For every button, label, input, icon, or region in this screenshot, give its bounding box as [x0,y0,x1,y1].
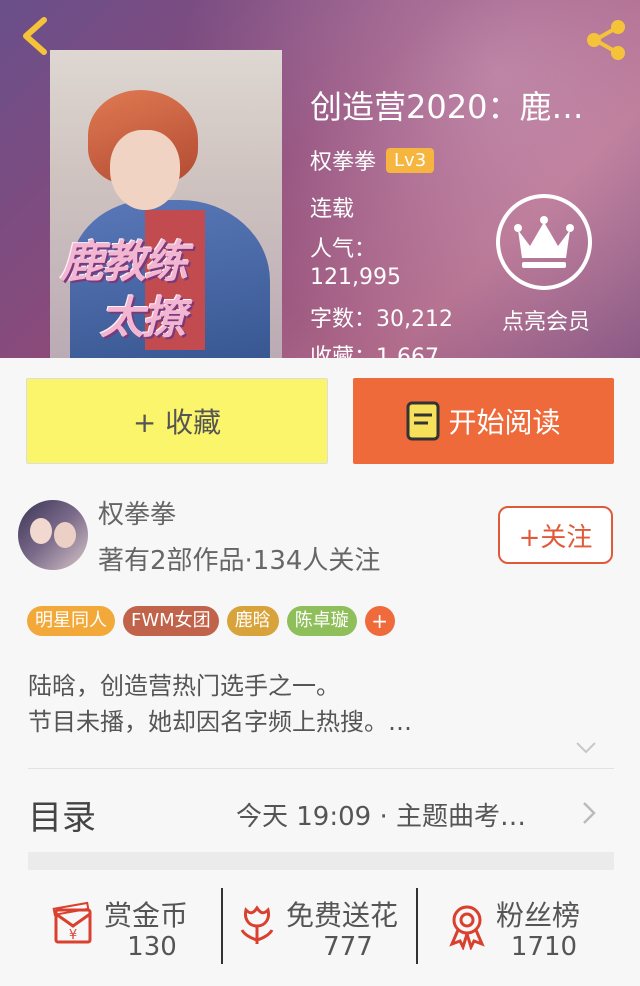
book-status: 连载 [310,197,355,222]
synopsis-line: 陆晗，创造营热门选手之一。 [28,672,340,700]
start-reading-label: 开始阅读 [448,406,561,439]
stat-label: 粉丝榜 [496,899,581,932]
book-favorites: 收藏：1,667 [310,345,439,358]
level-badge: Lv3 [386,147,435,173]
stat-label: 免费送花 [286,899,399,932]
chevron-down-icon[interactable] [574,738,598,758]
flower-icon [240,905,274,944]
author-avatar[interactable] [18,500,88,570]
book-icon [406,401,440,441]
synopsis[interactable]: 陆晗，创造营热门选手之一。 节目未播，她却因名字频上热搜。… [28,668,618,740]
header-author-name: 权拳拳 [310,150,377,175]
follow-button[interactable]: +关注 [498,506,613,564]
author-meta: 著有2部作品·134人关注 [98,546,381,576]
share-icon [587,20,625,60]
avatar-figure-1 [30,518,52,544]
book-word-count: 字数：30,212 [310,307,453,332]
start-reading-button[interactable]: 开始阅读 [353,378,614,464]
collect-button[interactable]: + 收藏 [26,378,328,464]
book-popularity: 人气： 121,995 [310,236,401,292]
vip-label[interactable]: 点亮会员 [484,304,608,336]
crown-icon [496,194,592,290]
stat-value: 777 [323,932,373,962]
chevron-right-icon[interactable] [580,800,598,826]
tag-item[interactable]: FWM女团 [123,606,219,636]
stat-value: 1710 [510,932,578,962]
stat-separator [416,888,418,964]
divider [28,768,614,769]
toc-latest-chapter[interactable]: 今天 19:09 · 主题曲考… [236,796,576,833]
avatar-figure-2 [54,522,76,548]
header-author[interactable]: 权拳拳 Lv3 [310,144,435,176]
tag-item[interactable]: 陈卓璇 [286,606,357,636]
author-name[interactable]: 权拳拳 [98,494,176,531]
medal-icon [449,905,485,950]
tag-item[interactable]: 鹿晗 [226,606,279,636]
cover-title-line1: 鹿教练 [60,237,188,288]
share-button[interactable] [584,18,628,62]
synopsis-line: 节目未播，她却因名字频上热搜。… [28,708,412,736]
popularity-value: 121,995 [310,265,401,290]
popularity-label: 人气： [310,237,377,262]
stat-reward-coins[interactable]: ¥ 赏金币 130 [50,894,210,974]
book-header: 鹿教练 太撩 创造营2020：鹿… 权拳拳 Lv3 连载 人气： 121,995… [0,0,640,358]
book-cover[interactable]: 鹿教练 太撩 [50,50,282,358]
tag-item[interactable]: 明星同人 [27,606,115,636]
book-title: 创造营2020：鹿… [310,88,584,126]
stat-fan-ranking[interactable]: 粉丝榜 1710 [442,894,612,974]
stat-value: 130 [127,932,177,962]
cover-face [110,130,180,210]
cover-title-line2: 太撩 [100,293,186,344]
tag-list: 明星同人 FWM女团 鹿晗 陈卓璇 + [27,606,395,636]
add-tag-button[interactable]: + [364,606,395,636]
stat-free-flowers[interactable]: 免费送花 777 [232,894,412,974]
stat-label: 赏金币 [104,899,189,932]
stat-separator [221,888,223,964]
svg-text:¥: ¥ [69,928,77,943]
vip-button[interactable] [494,192,594,292]
red-envelope-icon: ¥ [52,901,92,944]
toc-title[interactable]: 目录 [28,790,96,839]
cover-title-art: 鹿教练 太撩 [60,235,280,355]
section-separator [28,852,614,870]
